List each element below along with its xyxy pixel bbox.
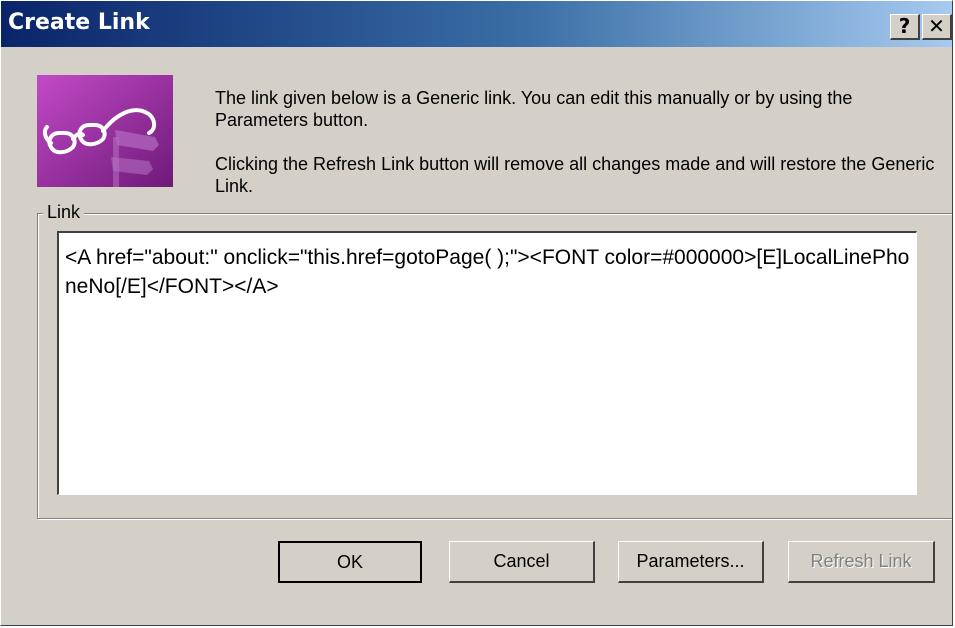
- link-group-label: Link: [43, 202, 85, 223]
- refresh-link-button[interactable]: Refresh Link: [788, 541, 935, 583]
- close-button[interactable]: ✕: [922, 14, 952, 40]
- window-title: Create Link: [8, 10, 150, 35]
- glasses-signpost-icon: [37, 75, 173, 187]
- cancel-button[interactable]: Cancel: [449, 541, 595, 583]
- parameters-button[interactable]: Parameters...: [618, 541, 764, 583]
- help-button[interactable]: ?: [890, 14, 920, 40]
- title-bar[interactable]: Create Link ? ✕: [1, 1, 952, 47]
- ok-button[interactable]: OK: [278, 541, 422, 583]
- link-text-area[interactable]: <A href="about:" onclick="this.href=goto…: [57, 231, 917, 495]
- create-link-dialog: Create Link ? ✕ The link given below is …: [0, 0, 953, 626]
- message-generic-link: The link given below is a Generic link. …: [215, 88, 853, 130]
- message-refresh-info: Clicking the Refresh Link button will re…: [215, 154, 935, 196]
